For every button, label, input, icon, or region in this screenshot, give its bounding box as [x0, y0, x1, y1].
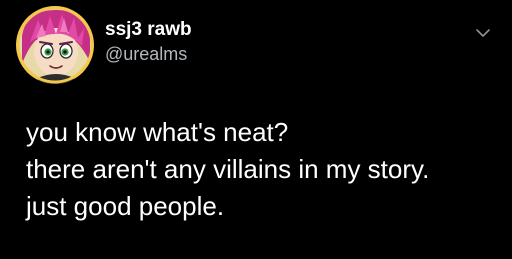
avatar[interactable] — [16, 6, 94, 84]
avatar-cartoon-icon — [16, 6, 94, 84]
tweet-line: just good people. — [26, 191, 225, 221]
author-display-name[interactable]: ssj3 rawb — [105, 19, 192, 41]
tweet-line: there aren't any villains in my story. — [26, 154, 430, 184]
author-handle[interactable]: @urealms — [105, 43, 187, 65]
tweet-line: you know what's neat? — [26, 117, 289, 147]
chevron-down-icon[interactable] — [472, 24, 494, 42]
tweet-text: you know what's neat? there aren't any v… — [26, 114, 506, 225]
tweet-card: ssj3 rawb @urealms you know what's neat?… — [0, 0, 512, 259]
